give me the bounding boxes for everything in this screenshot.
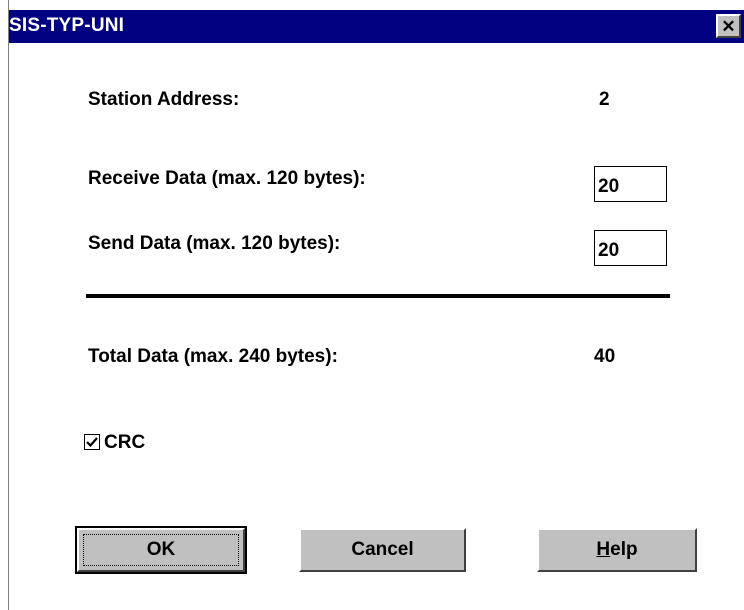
ok-button[interactable]: OK	[75, 526, 247, 574]
send-data-label: Send Data (max. 120 bytes):	[88, 233, 341, 254]
station-address-label: Station Address:	[88, 89, 240, 110]
help-rest: elp	[610, 539, 638, 560]
receive-data-field[interactable]: 20	[594, 166, 667, 202]
close-button[interactable]: ✕	[716, 14, 741, 38]
cancel-button[interactable]: Cancel	[299, 528, 466, 572]
title-bar[interactable]: SIS-TYP-UNI ✕	[9, 10, 744, 43]
receive-data-value: 20	[598, 176, 620, 197]
checkmark-icon	[86, 437, 98, 448]
receive-data-label: Receive Data (max. 120 bytes):	[88, 168, 366, 189]
crc-checkbox[interactable]	[84, 434, 100, 450]
dialog-window: SIS-TYP-UNI ✕ Station Address: 2 Receive…	[8, 0, 744, 610]
close-icon: ✕	[721, 16, 736, 36]
send-data-value: 20	[598, 240, 620, 261]
send-data-field[interactable]: 20	[594, 230, 667, 266]
separator-line	[86, 294, 670, 298]
focus-indicator	[83, 534, 239, 566]
total-data-value: 40	[594, 346, 616, 367]
help-mnemonic: H	[596, 539, 611, 560]
crc-label[interactable]: CRC	[104, 432, 145, 454]
help-button-label: Help	[596, 539, 637, 561]
total-data-label: Total Data (max. 240 bytes):	[88, 346, 338, 367]
station-address-value: 2	[599, 89, 610, 110]
help-button[interactable]: Help	[537, 528, 697, 572]
window-title: SIS-TYP-UNI	[9, 15, 125, 36]
cancel-button-label: Cancel	[351, 539, 414, 560]
